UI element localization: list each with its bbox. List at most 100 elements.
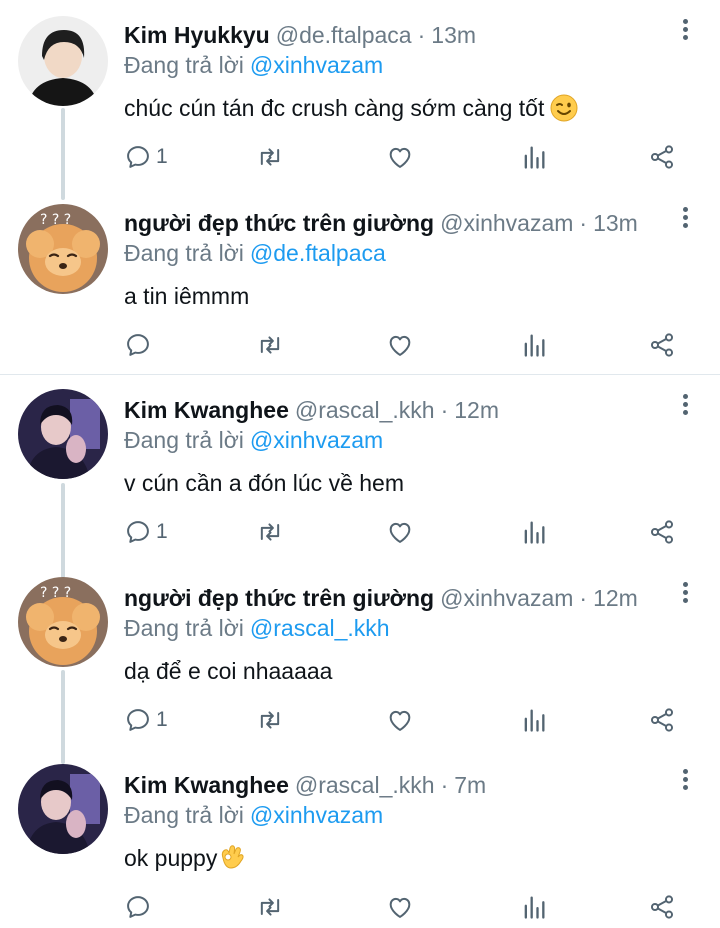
reply-count: 1 — [156, 520, 168, 543]
reply-count: 1 — [156, 708, 168, 731]
author-handle[interactable]: @xinhvazam — [440, 585, 573, 611]
bar-chart-icon — [524, 334, 545, 357]
bar-chart-icon — [524, 146, 545, 169]
more-options-icon[interactable] — [678, 579, 692, 607]
avatar[interactable] — [18, 16, 108, 106]
author-handle[interactable]: @rascal_.kkh — [295, 772, 435, 798]
replying-to: Đang trả lời @de.ftalpaca — [124, 238, 386, 268]
like-button[interactable] — [386, 705, 414, 735]
reply-button[interactable] — [124, 892, 156, 922]
retweet-icon — [260, 711, 280, 729]
reply-icon — [127, 146, 149, 168]
mention-link[interactable]: @de.ftalpaca — [250, 240, 386, 266]
person-purple-avatar — [18, 764, 108, 854]
retweet-button[interactable] — [256, 142, 284, 172]
heart-icon — [389, 897, 411, 918]
action-bar: 1 — [124, 517, 684, 547]
replying-to-label: Đang trả lời — [124, 52, 244, 78]
more-options-icon[interactable] — [678, 204, 692, 232]
reply-button[interactable]: 1 — [124, 142, 168, 172]
replying-to-label: Đang trả lời — [124, 240, 244, 266]
view-stats-button[interactable] — [520, 330, 548, 360]
share-icon — [650, 333, 674, 357]
more-options-icon[interactable] — [678, 766, 692, 794]
reply-icon — [127, 521, 149, 543]
author-name[interactable]: người đẹp thức trên giường — [124, 585, 434, 611]
author-name[interactable]: Kim Kwanghee — [124, 397, 289, 423]
avatar[interactable]: ? ? ? — [18, 577, 108, 667]
tweet-time[interactable]: 12m — [593, 585, 638, 611]
like-button[interactable] — [386, 517, 414, 547]
reply-count: 1 — [156, 145, 168, 168]
like-button[interactable] — [386, 892, 414, 922]
mention-link[interactable]: @xinhvazam — [250, 427, 383, 453]
tweet-text: ok puppy — [124, 842, 245, 880]
separator-dot: · — [440, 772, 449, 798]
reply-button[interactable]: 1 — [124, 517, 168, 547]
reply-button[interactable]: 1 — [124, 705, 168, 735]
tweet[interactable]: ? ? ? người đẹp thức trên giường @xinhvaz… — [0, 188, 720, 376]
like-button[interactable] — [386, 330, 414, 360]
retweet-button[interactable] — [256, 705, 284, 735]
share-button[interactable] — [648, 142, 676, 172]
tweet-text: chúc cún tán đc crush càng sớm càng tốt — [124, 92, 578, 130]
separator-dot: · — [579, 585, 588, 611]
retweet-button[interactable] — [256, 517, 284, 547]
tweet-time[interactable]: 13m — [593, 210, 638, 236]
retweet-button[interactable] — [256, 892, 284, 922]
view-stats-button[interactable] — [520, 705, 548, 735]
view-stats-button[interactable] — [520, 892, 548, 922]
tweet-text: dạ để e coi nhaaaaa — [124, 655, 332, 687]
view-stats-button[interactable] — [520, 142, 548, 172]
author-handle[interactable]: @de.ftalpaca — [276, 22, 412, 48]
share-icon — [650, 145, 674, 169]
tweet[interactable]: Kim Kwanghee @rascal_.kkh · 7m Đang trả lời… — [0, 750, 720, 928]
tweet[interactable]: Kim Kwanghee @rascal_.kkh · 12m Đang trả lờ… — [0, 375, 720, 563]
reply-icon — [127, 709, 149, 731]
tweet-text-content: dạ để e coi nhaaaaa — [124, 658, 333, 684]
tweet-header: Kim Hyukkyu @de.ftalpaca · 13m — [124, 20, 664, 50]
tweet[interactable]: Kim Hyukkyu @de.ftalpaca · 13m Đang trả lời… — [0, 0, 720, 188]
author-name[interactable]: người đẹp thức trên giường — [124, 210, 434, 236]
heart-icon — [389, 147, 411, 168]
share-button[interactable] — [648, 705, 676, 735]
share-button[interactable] — [648, 892, 676, 922]
tweet-time[interactable]: 12m — [454, 397, 499, 423]
heart-icon — [389, 522, 411, 543]
avatar[interactable]: ? ? ? — [18, 204, 108, 294]
retweet-button[interactable] — [256, 330, 284, 360]
reply-button[interactable] — [124, 330, 156, 360]
mention-link[interactable]: @xinhvazam — [250, 802, 383, 828]
person-dark-hair-avatar — [18, 16, 108, 106]
reply-icon — [127, 896, 149, 918]
replying-to: Đang trả lời @xinhvazam — [124, 50, 383, 80]
author-name[interactable]: Kim Kwanghee — [124, 772, 289, 798]
replying-to-label: Đang trả lời — [124, 802, 244, 828]
tweet-text-content: a tin iêmmm — [124, 283, 250, 309]
author-handle[interactable]: @rascal_.kkh — [295, 397, 435, 423]
like-button[interactable] — [386, 142, 414, 172]
more-options-icon[interactable] — [678, 16, 692, 44]
mention-link[interactable]: @xinhvazam — [250, 52, 383, 78]
action-bar: 1 — [124, 705, 684, 735]
tweet-header: Kim Kwanghee @rascal_.kkh · 7m — [124, 770, 664, 800]
heart-icon — [389, 335, 411, 356]
share-button[interactable] — [648, 330, 676, 360]
avatar[interactable] — [18, 764, 108, 854]
author-name[interactable]: Kim Hyukkyu — [124, 22, 270, 48]
tweet-time[interactable]: 7m — [454, 772, 486, 798]
mention-link[interactable]: @rascal_.kkh — [250, 615, 390, 641]
fluffy-dog-avatar: ? ? ? — [18, 577, 108, 667]
avatar[interactable] — [18, 389, 108, 479]
view-stats-button[interactable] — [520, 517, 548, 547]
tweet-time[interactable]: 13m — [431, 22, 476, 48]
share-button[interactable] — [648, 517, 676, 547]
action-bar: 1 — [124, 142, 684, 172]
retweet-icon — [260, 336, 280, 354]
more-options-icon[interactable] — [678, 391, 692, 419]
tweet[interactable]: ? ? ? người đẹp thức trên giường @xinhvaz… — [0, 563, 720, 751]
tweet-header: người đẹp thức trên giường @xinhvazam · 12m — [124, 583, 664, 613]
author-handle[interactable]: @xinhvazam — [440, 210, 573, 236]
separator-dot: · — [417, 22, 426, 48]
svg-text:? ? ?: ? ? ? — [40, 212, 71, 228]
